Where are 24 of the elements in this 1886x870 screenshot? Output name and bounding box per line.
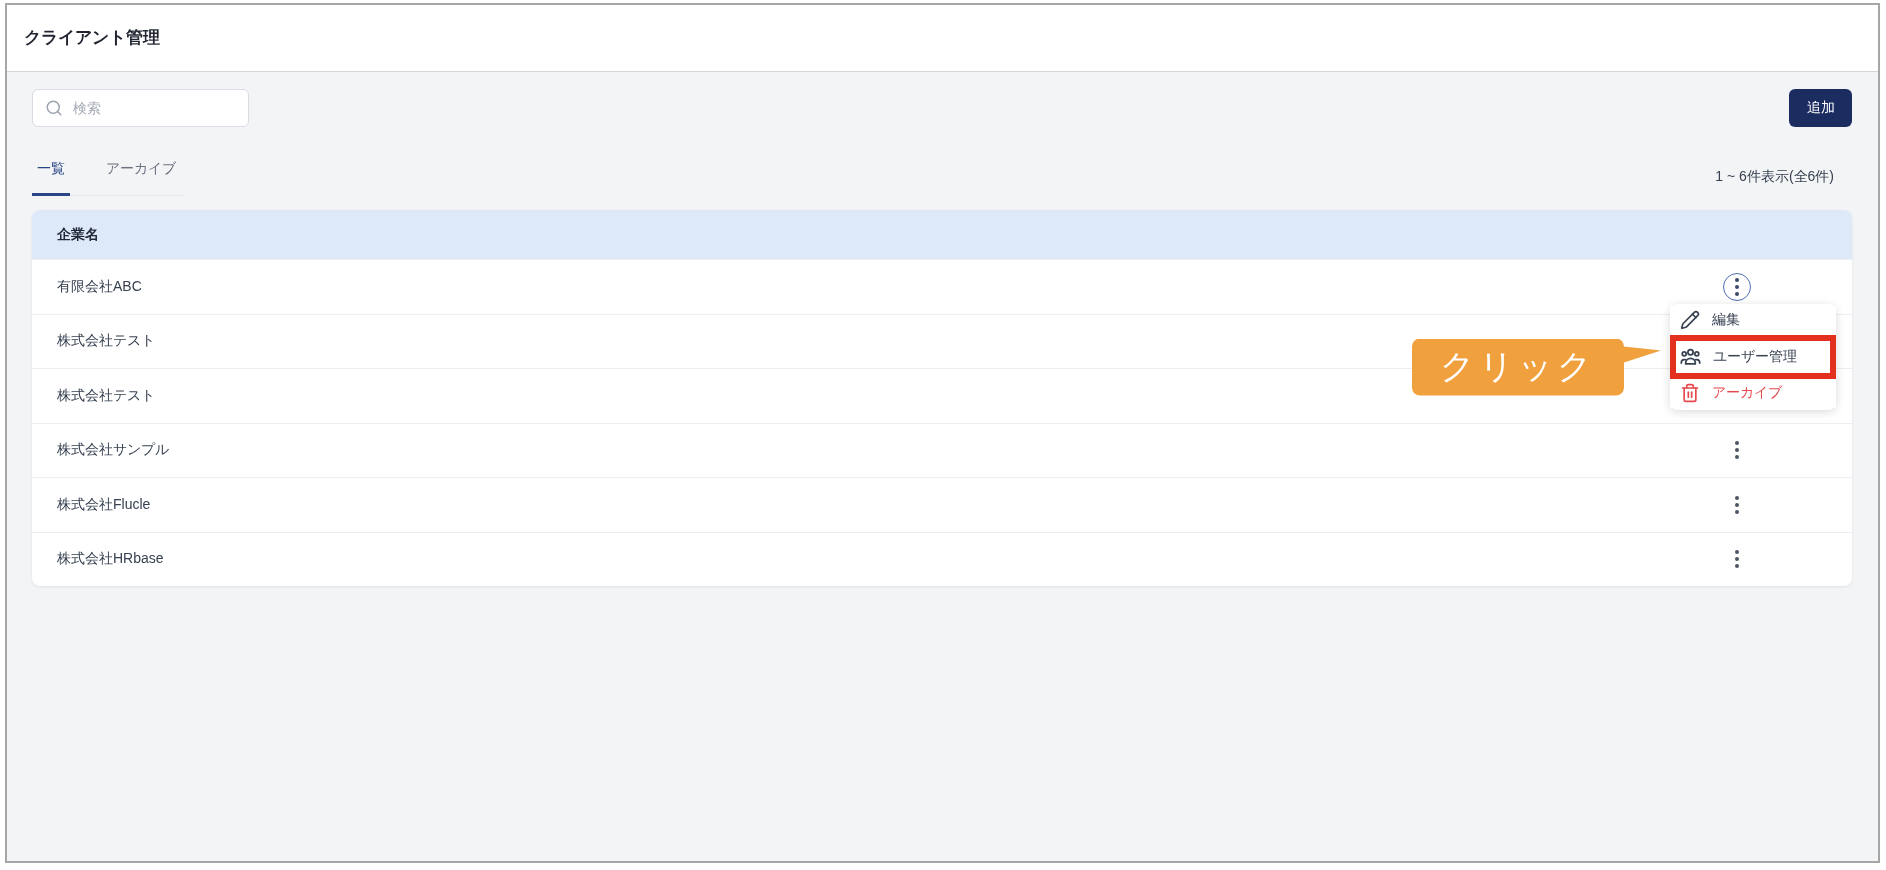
column-header: 企業名 — [57, 225, 99, 244]
table-cell-text: 有限会社ABC — [56, 277, 143, 296]
pencil-icon — [1680, 310, 1700, 330]
kebab-icon — [1735, 441, 1739, 460]
menu-item[interactable]: 編集 — [1670, 305, 1836, 335]
table-cell-text: 株式会社テスト — [56, 332, 156, 351]
kebab-icon — [1735, 495, 1739, 514]
kebab-icon — [1735, 277, 1739, 296]
table-cell-text: 株式会社Flucle — [56, 495, 152, 514]
table-cell-text: 株式会社サンプル — [56, 441, 170, 460]
menu-item[interactable]: ユーザー管理 — [1670, 334, 1836, 379]
menu-item[interactable]: アーカイブ — [1670, 378, 1836, 408]
add-button[interactable]: 追加 — [1789, 89, 1852, 127]
result-count: 1 ~ 6件表示(全6件) — [1715, 167, 1834, 186]
search-icon — [45, 99, 63, 117]
table-cell-text: 株式会社テスト — [56, 386, 156, 405]
search-field[interactable]: 検索 — [32, 89, 249, 127]
users-icon — [1680, 346, 1701, 367]
table-cell-text: 株式会社HRbase — [56, 550, 165, 569]
page-title: クライアント管理 — [24, 27, 160, 48]
kebab-icon — [1735, 550, 1739, 569]
tab[interactable]: 一覧 — [32, 150, 70, 196]
tab[interactable]: アーカイブ — [101, 150, 181, 196]
trash-icon — [1680, 383, 1700, 403]
